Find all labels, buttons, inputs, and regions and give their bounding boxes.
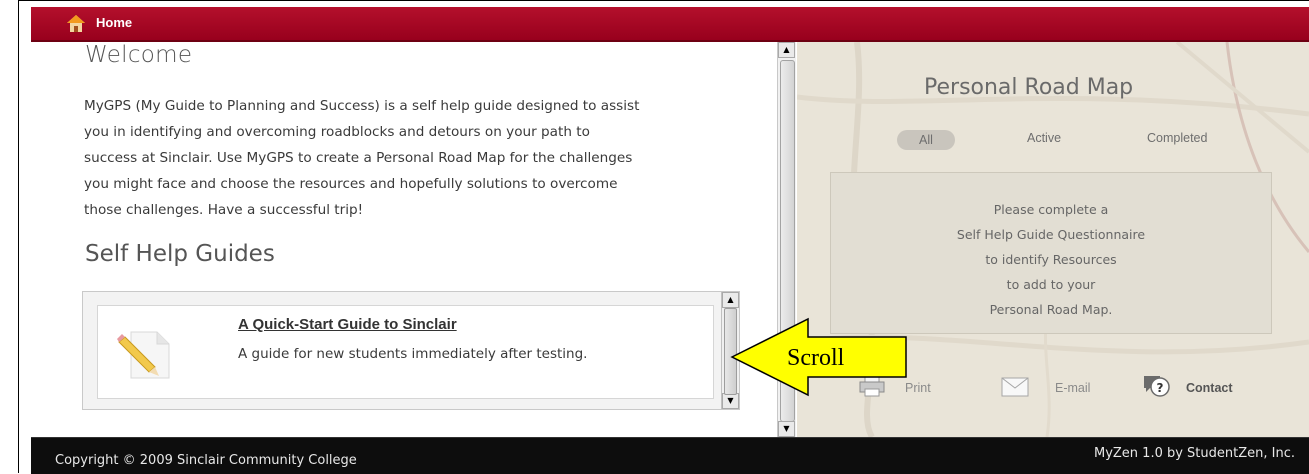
message-line: Self Help Guide Questionnaire (956, 227, 1146, 242)
message-line: to identify Resources (985, 252, 1117, 267)
copyright-text: Copyright © 2009 Sinclair Community Coll… (55, 453, 357, 468)
guides-list: A Quick-Start Guide to Sinclair A guide … (82, 291, 740, 410)
welcome-line: you in identifying and overcoming roadbl… (84, 124, 590, 140)
footer-bar: Copyright © 2009 Sinclair Community Coll… (31, 437, 1309, 474)
home-link[interactable]: Home (96, 15, 132, 30)
svg-text:?: ? (1157, 381, 1164, 395)
guide-card[interactable]: A Quick-Start Guide to Sinclair A guide … (97, 305, 714, 399)
welcome-line: success at Sinclair. Use MyGPS to create… (84, 150, 633, 166)
road-map-title: Personal Road Map (924, 75, 1134, 100)
frame-border-left (18, 0, 19, 473)
email-button[interactable]: E-mail (1055, 381, 1090, 395)
scroll-up-arrow-icon[interactable]: ▲ (722, 292, 739, 308)
message-line: to add to your (1006, 277, 1096, 292)
frame-border-top (18, 0, 1309, 1)
filter-active-tab[interactable]: Active (1027, 131, 1061, 145)
welcome-line: MyGPS (My Guide to Planning and Success)… (84, 98, 640, 114)
envelope-icon[interactable] (1001, 377, 1029, 397)
credit-text: MyZen 1.0 by StudentZen, Inc. (1093, 446, 1295, 461)
header-bar: Home (31, 7, 1309, 42)
content-pane: Welcome MyGPS (My Guide to Planning and … (38, 42, 776, 437)
filter-completed-tab[interactable]: Completed (1147, 131, 1207, 145)
welcome-line: you might face and choose the resources … (84, 176, 618, 192)
scroll-up-arrow-icon[interactable]: ▲ (778, 42, 795, 58)
road-map-empty-message: Please complete a Self Help Guide Questi… (830, 172, 1272, 334)
guide-description: A guide for new students immediately aft… (238, 346, 588, 362)
welcome-heading: Welcome (85, 42, 193, 68)
filter-all-tab[interactable]: All (897, 130, 955, 150)
scroll-callout-label: Scroll (787, 345, 845, 371)
contact-help-icon[interactable]: ? (1140, 372, 1172, 398)
pencil-document-icon (117, 331, 170, 379)
welcome-line: those challenges. Have a successful trip… (84, 202, 364, 218)
home-icon[interactable] (67, 15, 85, 32)
scroll-down-arrow-icon[interactable]: ▼ (778, 421, 795, 437)
message-line: Please complete a (993, 202, 1109, 217)
contact-button[interactable]: Contact (1186, 381, 1233, 395)
message-line: Personal Road Map. (989, 302, 1113, 317)
welcome-paragraph: MyGPS (My Guide to Planning and Success)… (84, 93, 776, 223)
guide-title-link[interactable]: A Quick-Start Guide to Sinclair (238, 316, 457, 333)
guides-heading: Self Help Guides (85, 241, 275, 267)
